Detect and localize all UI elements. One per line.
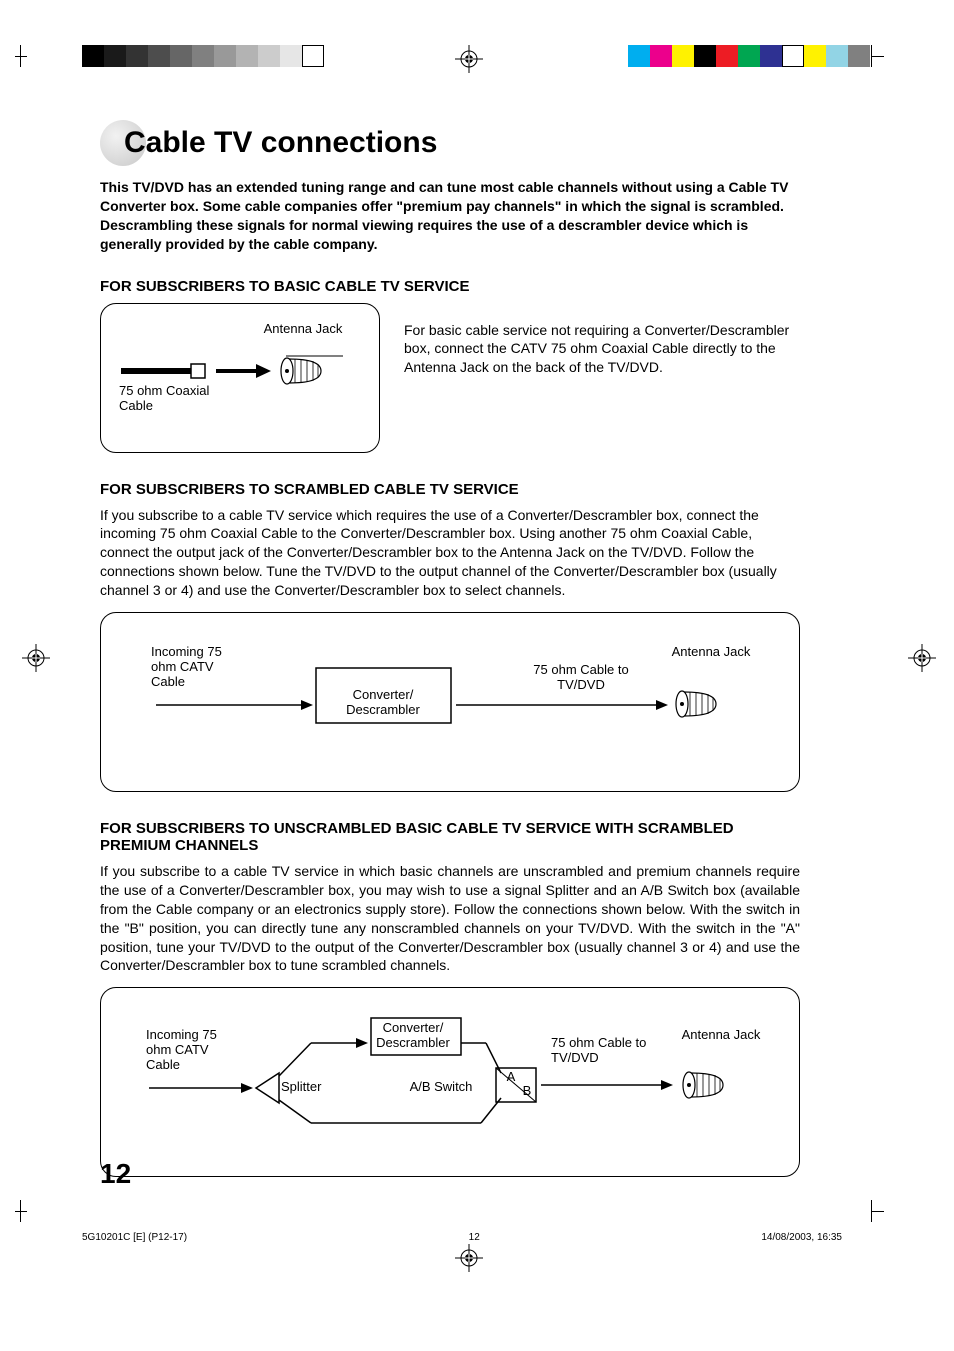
section1-text: For basic cable service not requiring a … bbox=[404, 303, 800, 378]
page-content: Cable TV connections This TV/DVD has an … bbox=[100, 120, 800, 1177]
section-heading-premium: FOR SUBSCRIBERS TO UNSCRAMBLED BASIC CAB… bbox=[100, 820, 800, 854]
section-heading-scrambled: FOR SUBSCRIBERS TO SCRAMBLED CABLE TV SE… bbox=[100, 481, 800, 498]
crop-marks-bottom bbox=[20, 1200, 934, 1230]
diagram-premium: Incoming 75 ohm CATV Cable Splitter Conv… bbox=[100, 987, 800, 1177]
footer-left: 5G10201C [E] (P12-17) bbox=[82, 1232, 187, 1243]
section2-text: If you subscribe to a cable TV service w… bbox=[100, 506, 800, 600]
page-number: 12 bbox=[100, 1158, 131, 1190]
color-strip bbox=[628, 45, 870, 67]
grayscale-strip bbox=[82, 45, 324, 67]
registration-mark-icon bbox=[455, 45, 483, 73]
registration-mark-icon bbox=[908, 644, 936, 672]
page-title: Cable TV connections bbox=[124, 126, 437, 160]
registration-mark-icon bbox=[22, 644, 50, 672]
footer: 5G10201C [E] (P12-17) 12 14/08/2003, 16:… bbox=[82, 1232, 842, 1243]
diagram-scrambled: Incoming 75 ohm CATV Cable Converter/ De… bbox=[100, 612, 800, 792]
section3-text: If you subscribe to a cable TV service i… bbox=[100, 862, 800, 975]
intro-text: This TV/DVD has an extended tuning range… bbox=[100, 178, 800, 254]
diagram-basic: Antenna Jack 75 ohm Coaxial Cable bbox=[100, 303, 380, 453]
registration-mark-icon bbox=[455, 1244, 483, 1272]
section-heading-basic: FOR SUBSCRIBERS TO BASIC CABLE TV SERVIC… bbox=[100, 278, 800, 295]
footer-center: 12 bbox=[469, 1232, 480, 1243]
footer-right: 14/08/2003, 16:35 bbox=[761, 1232, 842, 1243]
